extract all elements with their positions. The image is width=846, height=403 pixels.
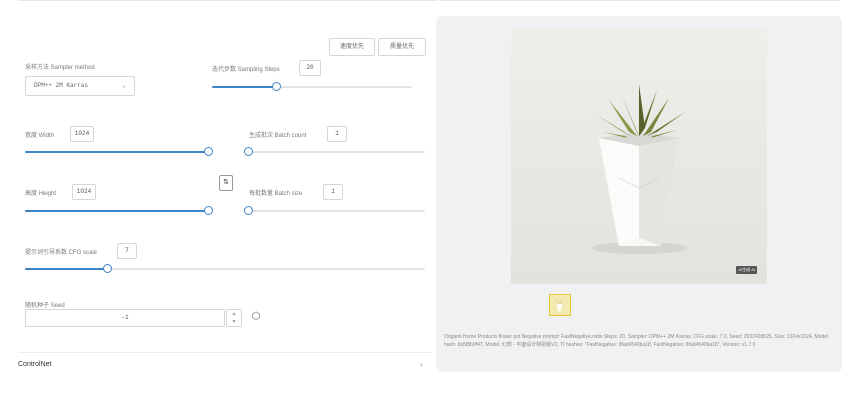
height-slider-fill (25, 210, 210, 212)
controlnet-divider (18, 352, 432, 353)
batch-count-slider-track[interactable] (247, 151, 425, 153)
seed-input[interactable]: -1 (25, 309, 225, 327)
generated-image[interactable]: AI生成 AI (511, 28, 767, 284)
controlnet-label[interactable]: ControlNet (18, 361, 51, 368)
cfg-input[interactable]: 7 (117, 243, 137, 259)
steps-slider-fill (212, 86, 276, 88)
cfg-label: 提示词引导系数 CFG scale (25, 250, 98, 256)
height-slider-thumb[interactable] (204, 206, 213, 215)
steps-label: 迭代步数 Sampling Steps (212, 67, 280, 73)
width-slider-thumb[interactable] (204, 147, 213, 156)
speed-priority-button[interactable]: 速度优先 (329, 38, 375, 56)
origami-flower-pot-illustration (511, 28, 767, 284)
batch-size-label: 每批数量 Batch size (249, 191, 303, 197)
width-slider-fill (25, 151, 210, 153)
chevron-down-icon: ⌄ (121, 82, 126, 90)
sampler-value: DPM++ 2M Karras (34, 82, 89, 89)
chevron-right-icon[interactable]: › (420, 360, 423, 369)
width-label: 宽度 Width (25, 133, 55, 139)
random-seed-button[interactable]: ⬡ (248, 309, 264, 325)
sampler-select[interactable]: DPM++ 2M Karras ⌄ (25, 76, 135, 96)
selected-thumbnail[interactable] (549, 294, 571, 316)
batch-count-input[interactable]: 1 (327, 126, 347, 142)
sampler-label: 采样方法 Sampler method (25, 65, 95, 71)
swap-icon: ⇅ (223, 179, 229, 186)
cfg-slider-fill (25, 268, 108, 270)
generation-info: Origami Home Products flower pot Negativ… (444, 334, 829, 348)
top-divider-left (18, 0, 438, 1)
batch-size-input[interactable]: 1 (323, 184, 343, 200)
quality-priority-button[interactable]: 质量优先 (378, 38, 426, 56)
seed-stepper[interactable]: ▲ ▼ (226, 309, 242, 327)
batch-count-slider-thumb[interactable] (244, 147, 253, 156)
thumbnail-image (556, 299, 563, 311)
swap-dimensions-button[interactable]: ⇅ (219, 175, 233, 191)
top-divider-right (440, 0, 840, 1)
batch-count-label: 生成批次 Batch count (249, 133, 307, 139)
ai-generated-badge: AI生成 AI (736, 266, 757, 274)
dice-icon: ⬡ (251, 311, 261, 322)
cfg-slider-thumb[interactable] (103, 264, 112, 273)
batch-size-slider-thumb[interactable] (244, 206, 253, 215)
seed-label: 随机种子 Seed (25, 303, 65, 309)
steps-slider-thumb[interactable] (272, 82, 281, 91)
height-label: 高度 Height (25, 191, 57, 197)
steps-input[interactable]: 20 (299, 60, 321, 76)
batch-size-slider-track[interactable] (247, 210, 425, 212)
height-input[interactable]: 1024 (72, 184, 96, 200)
width-input[interactable]: 1024 (70, 126, 94, 142)
